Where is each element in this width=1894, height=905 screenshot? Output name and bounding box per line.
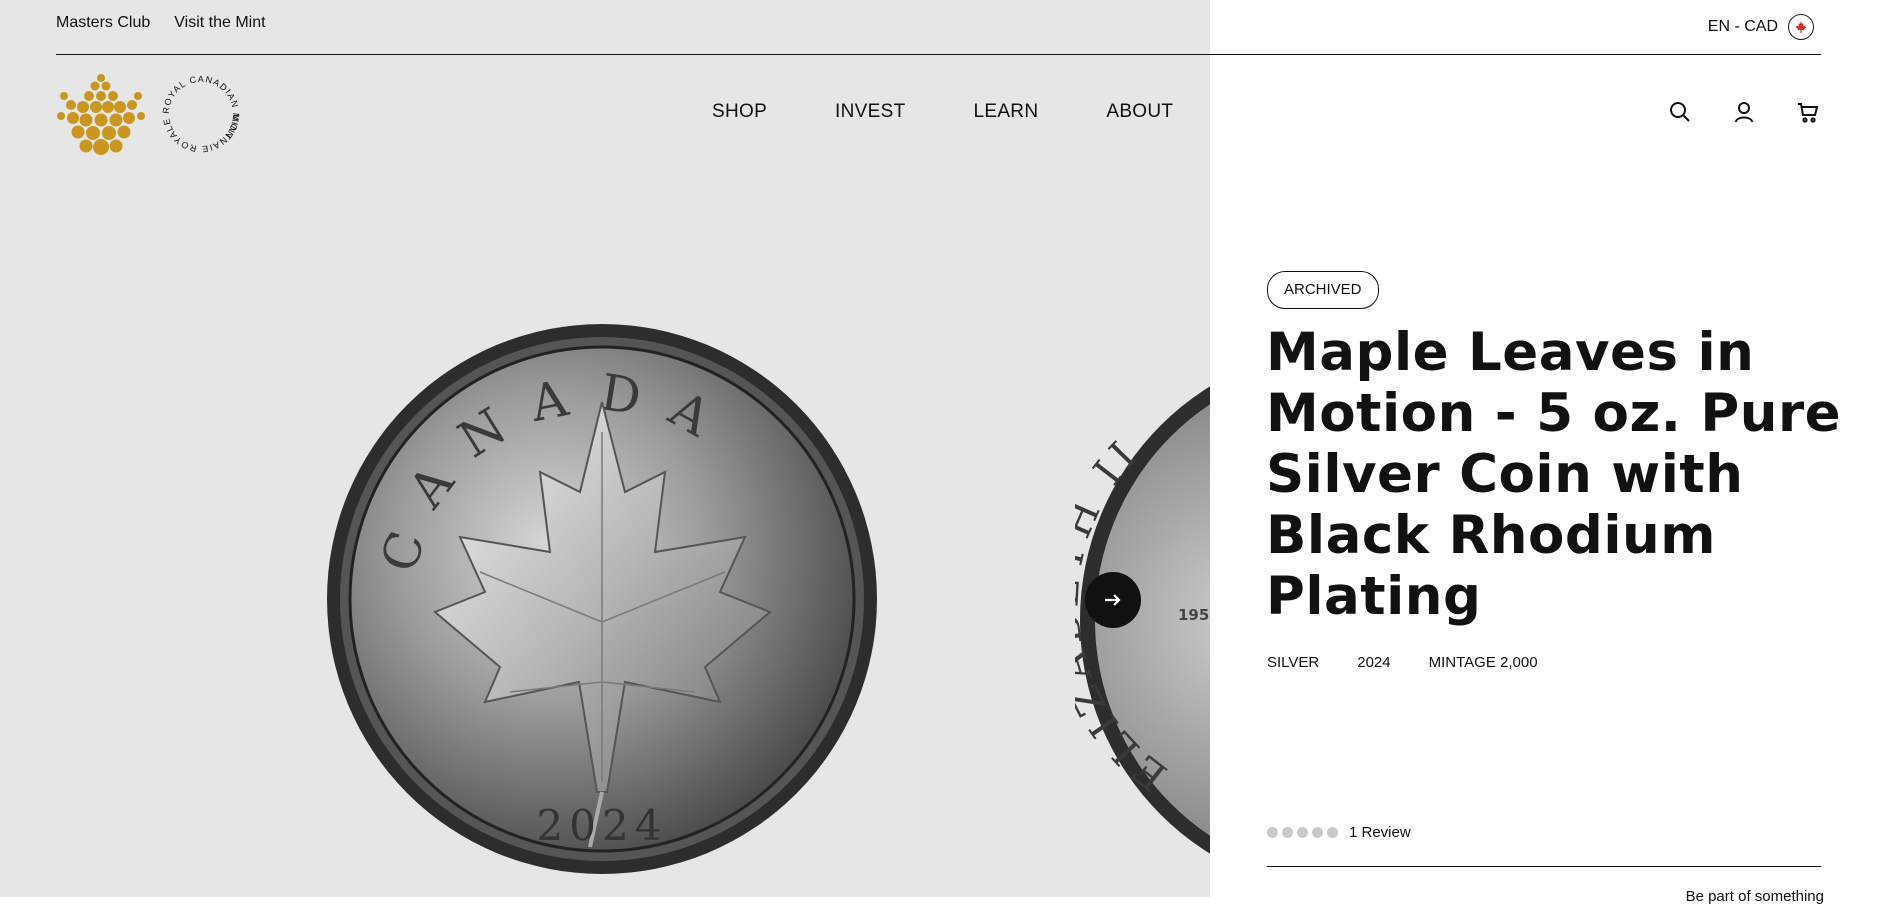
search-icon[interactable] — [1668, 100, 1692, 124]
arrow-right-icon — [1105, 594, 1121, 606]
coin-obverse-image: CANADA 2024 — [325, 322, 880, 877]
panel-divider — [1267, 866, 1821, 867]
star-icon — [1327, 827, 1338, 838]
product-rating: 1 Review — [1267, 824, 1411, 841]
account-icon[interactable] — [1732, 100, 1756, 124]
meta-metal: SILVER — [1267, 654, 1320, 671]
coin-reverse-dates: 1952 2022 — [1178, 606, 1210, 624]
header-icons — [1668, 100, 1820, 124]
locale-selector[interactable]: EN - CAD — [1708, 14, 1814, 40]
locale-label: EN - CAD — [1707, 18, 1778, 35]
nav-invest[interactable]: INVEST — [835, 101, 905, 123]
product-meta: SILVER 2024 MINTAGE 2,000 — [1267, 654, 1538, 671]
utility-links: Masters Club Visit the Mint — [56, 14, 266, 32]
nav-learn[interactable]: LEARN — [973, 101, 1038, 123]
meta-year: 2024 — [1357, 654, 1391, 671]
star-icon — [1297, 827, 1308, 838]
gallery-next-button[interactable] — [1085, 572, 1141, 628]
primary-nav: SHOP INVEST LEARN ABOUT — [712, 101, 1173, 123]
rating-stars — [1267, 827, 1338, 838]
star-icon — [1312, 827, 1323, 838]
status-badge: ARCHIVED — [1267, 271, 1379, 309]
meta-mintage: MINTAGE 2,000 — [1428, 654, 1538, 671]
review-count-link[interactable]: 1 Review — [1349, 824, 1411, 841]
nav-shop[interactable]: SHOP — [712, 101, 767, 123]
star-icon — [1282, 827, 1293, 838]
cart-icon[interactable] — [1796, 100, 1820, 124]
nav-about[interactable]: ABOUT — [1106, 101, 1173, 123]
royal-canadian-mint-logo[interactable]: ROYAL CANADIAN MINT MONNAIE ROYALE CANAD… — [52, 64, 246, 156]
masters-club-link[interactable]: Masters Club — [56, 14, 150, 32]
star-icon — [1267, 827, 1278, 838]
visit-the-mint-link[interactable]: Visit the Mint — [174, 14, 265, 32]
canada-flag-icon — [1788, 14, 1814, 40]
utility-divider — [56, 54, 1821, 55]
product-title: Maple Leaves in Motion - 5 oz. Pure Silv… — [1266, 322, 1842, 627]
coin-year-inscription: 2024 — [537, 801, 668, 850]
